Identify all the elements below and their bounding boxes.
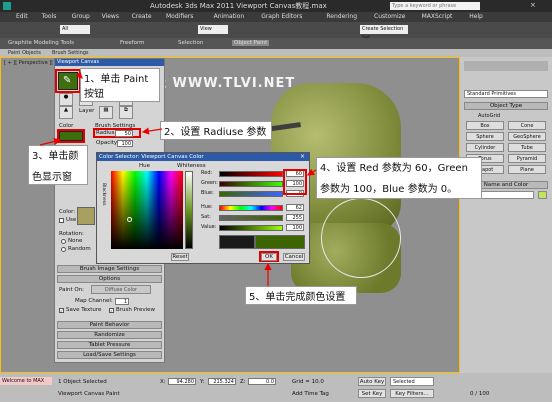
z-label: Z: [240, 379, 246, 385]
set-key-button[interactable]: Set Key [358, 389, 386, 398]
maxscript-listener[interactable]: Welcome to MAX [0, 377, 52, 385]
add-time-tag[interactable]: Add Time Tag [292, 391, 329, 397]
selection-status: 1 Object Selected [58, 379, 107, 385]
y-label: Y: [200, 379, 205, 385]
key-mode-dropdown[interactable]: Selected [390, 377, 434, 386]
arrow-step1 [75, 71, 83, 79]
x-coordinate-field[interactable]: 94.280 [168, 378, 196, 385]
arrow-step2 [141, 127, 163, 135]
status-bar: Welcome to MAX 1 Object Selected Viewpor… [0, 373, 552, 402]
key-filters-button[interactable]: Key Filters... [390, 389, 434, 398]
frame-counter: 0 / 100 [470, 391, 490, 397]
grid-status: Grid = 10.0 [292, 379, 324, 385]
z-coordinate-field[interactable]: 0.0 [248, 378, 276, 385]
auto-key-button[interactable]: Auto Key [358, 377, 386, 386]
y-coordinate-field[interactable]: 215.324 [208, 378, 236, 385]
callout-arrows [39, 71, 317, 286]
arrow-step4 [306, 168, 317, 176]
arrow-step3 [39, 137, 62, 146]
x-label: X: [160, 379, 166, 385]
prompt-line: Viewport Canvas Paint [58, 391, 120, 397]
